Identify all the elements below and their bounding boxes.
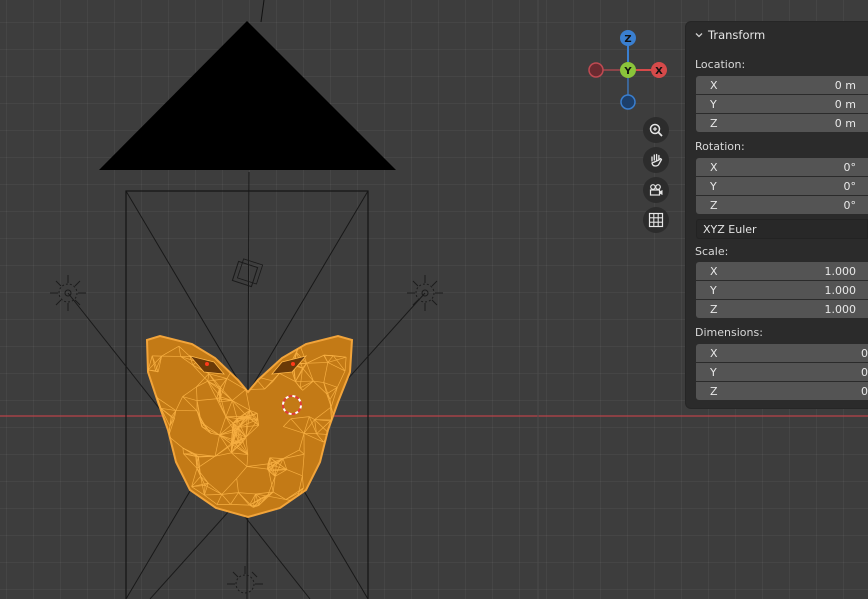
scale-y-field[interactable]: Y 1.000	[696, 281, 868, 299]
zoom-button[interactable]	[643, 117, 669, 143]
dimensions-y-value: 0	[861, 365, 868, 379]
axis-gizmo[interactable]: Z X Y	[586, 28, 672, 112]
scale-x-axis: X	[710, 264, 718, 278]
rotation-z-value: 0°	[843, 198, 857, 212]
location-y-field[interactable]: Y 0 m	[696, 95, 868, 113]
mesh-edge	[221, 349, 231, 352]
rotation-label: Rotation:	[695, 140, 745, 153]
dimensions-z-value: 0	[861, 384, 868, 398]
dimensions-y-field[interactable]: Y 0	[696, 363, 868, 381]
mesh-edge	[218, 352, 238, 363]
dimensions-x-field[interactable]: X 0	[696, 344, 868, 362]
location-label: Location:	[695, 58, 746, 71]
rotation-x-axis: X	[710, 160, 718, 174]
camera-view-button[interactable]	[643, 177, 669, 203]
dimensions-x-value: 0	[861, 346, 868, 360]
transform-panel-title: Transform	[708, 28, 766, 42]
transform-panel-header[interactable]: Transform	[686, 22, 868, 48]
empty-cube-object[interactable]	[231, 258, 264, 288]
dimensions-x-axis: X	[710, 346, 718, 360]
scale-label: Scale:	[695, 245, 729, 258]
mesh-edge	[230, 349, 238, 363]
rotation-y-axis: Y	[710, 179, 717, 193]
rotation-y-field[interactable]: Y 0°	[696, 177, 868, 195]
location-x-value: 0 m	[834, 78, 856, 92]
dimensions-label: Dimensions:	[695, 326, 763, 339]
location-x-field[interactable]: X 0 m	[696, 76, 868, 94]
scale-x-value: 1.000	[824, 264, 857, 278]
camera-up-triangle[interactable]	[99, 21, 396, 170]
mesh-edge	[219, 342, 227, 349]
rotation-x-value: 0°	[843, 160, 857, 174]
camera-line	[260, 0, 265, 23]
scale-z-value: 1.000	[824, 302, 857, 316]
zoom-icon	[649, 123, 663, 137]
mesh-edge	[225, 347, 231, 351]
location-z-value: 0 m	[834, 116, 856, 130]
location-x-axis: X	[710, 78, 718, 92]
dimensions-y-axis: Y	[710, 365, 717, 379]
scale-x-field[interactable]: X 1.000	[696, 262, 868, 280]
scale-z-field[interactable]: Z 1.000	[696, 300, 868, 318]
rotation-z-field[interactable]: Z 0°	[696, 196, 868, 214]
dimensions-z-field[interactable]: Z 0	[696, 382, 868, 400]
location-z-axis: Z	[710, 116, 718, 130]
hand-pan-icon	[651, 153, 663, 167]
rotation-y-value: 0°	[843, 179, 857, 193]
mesh-edge	[219, 342, 231, 351]
location-y-axis: Y	[710, 97, 717, 111]
scale-y-value: 1.000	[824, 283, 857, 297]
rotation-mode-dropdown[interactable]: XYZ Euler	[696, 219, 868, 239]
pan-button[interactable]	[643, 147, 669, 173]
gizmo-x-label: X	[655, 66, 663, 77]
mesh-edge	[225, 347, 238, 363]
point-light-bottom[interactable]	[227, 566, 263, 594]
scale-z-axis: Z	[710, 302, 718, 316]
camera-center-line	[246, 171, 250, 599]
mesh-edge	[236, 362, 254, 377]
chevron-down-icon	[695, 33, 703, 38]
gizmo-y-label: Y	[623, 66, 632, 77]
mesh-edge	[221, 347, 226, 352]
rotation-x-field[interactable]: X 0°	[696, 158, 868, 176]
rotation-z-axis: Z	[710, 198, 718, 212]
gizmo-z-label: Z	[624, 34, 631, 45]
ortho-toggle-button[interactable]	[643, 207, 669, 233]
mask-wireframe-object[interactable]	[145, 334, 354, 519]
scale-y-axis: Y	[710, 283, 717, 297]
gizmo-neg-x-axis[interactable]	[588, 62, 604, 78]
location-y-value: 0 m	[834, 97, 856, 111]
camera-view-icon	[649, 184, 663, 196]
location-z-field[interactable]: Z 0 m	[696, 114, 868, 132]
gizmo-neg-z-axis[interactable]	[620, 94, 636, 110]
grid-ortho-icon	[648, 212, 664, 228]
dimensions-z-axis: Z	[710, 384, 718, 398]
